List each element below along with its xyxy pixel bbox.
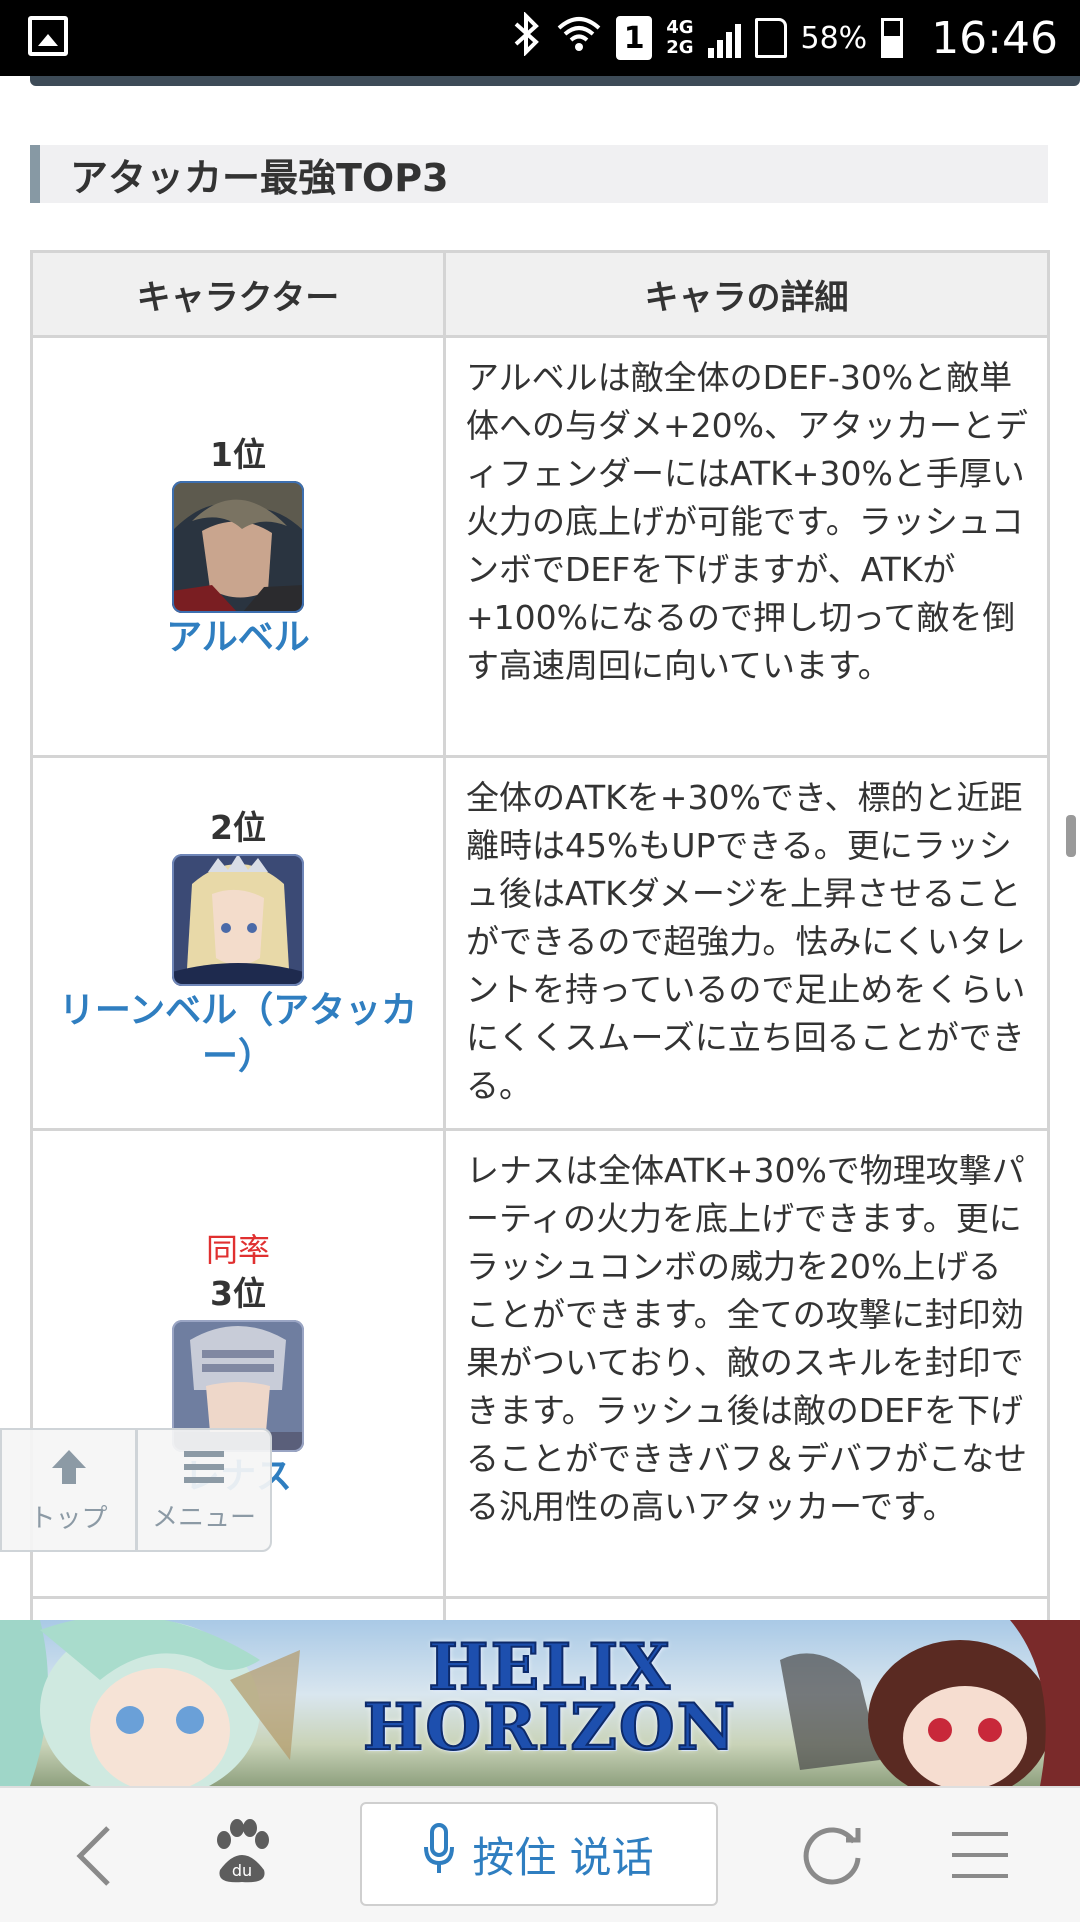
back-icon[interactable]: [72, 1824, 116, 1892]
top-button[interactable]: トップ: [0, 1428, 136, 1552]
section-heading: アタッカー最強TOP3: [30, 145, 1048, 203]
character-name-link[interactable]: アルベル: [34, 615, 442, 661]
refresh-icon[interactable]: [800, 1822, 864, 1890]
rank-label: 2位: [210, 808, 266, 847]
gallery-icon: [28, 16, 68, 56]
scrollbar[interactable]: [1066, 815, 1076, 857]
character-cell: 2位 リーンベル（アタッカー）: [30, 755, 446, 1131]
character-detail: 全体のATKを+30%でき、標的と近距離時は45%もUPできる。更にラッシュ後は…: [443, 755, 1050, 1131]
ad-banner[interactable]: HELIX HORIZON: [0, 1620, 1080, 1786]
header-character: キャラクター: [30, 250, 446, 338]
hamburger-icon[interactable]: [950, 1828, 1010, 1886]
microphone-icon: [424, 1823, 455, 1885]
header-strip: [30, 76, 1080, 86]
header-detail: キャラの詳細: [443, 250, 1050, 338]
baidu-paw-icon[interactable]: du: [210, 1818, 274, 1892]
sd-card-icon: [754, 18, 787, 58]
menu-button[interactable]: メニュー: [136, 1428, 272, 1552]
table-row: 2位 リーンベル（アタッカー） 全体のATKを+30%でき、標的と近距離時は45…: [30, 755, 1050, 1131]
table-header-row: キャラクター キャラの詳細: [30, 250, 1050, 338]
character-cell: 1位 アルベル: [30, 335, 446, 758]
character-detail: レナスは全体ATK+30%で物理攻撃パーティの火力を底上げできます。更にラッシュ…: [443, 1128, 1050, 1599]
character-name-link[interactable]: リーンベル（アタッカー）: [34, 988, 442, 1080]
top-button-label: トップ: [29, 1503, 108, 1534]
rank-label: 3位: [210, 1273, 266, 1313]
clock: 16:46: [931, 12, 1058, 64]
arrow-up-icon: [48, 1446, 90, 1492]
character-portrait[interactable]: [172, 854, 304, 986]
voice-input-button[interactable]: 按住 说话: [360, 1802, 718, 1906]
table-row: 1位 アルベル アルベルは敵全体のDEF-30%と敵単体への与ダメ+20%、アタ…: [30, 335, 1050, 758]
bluetooth-icon: [512, 10, 542, 65]
menu-icon: [182, 1447, 226, 1491]
banner-title: HELIX HORIZON: [362, 1630, 738, 1765]
battery-percentage: 58%: [800, 20, 868, 56]
browser-toolbar: du 按住 说话: [0, 1786, 1080, 1922]
tie-label: 同率: [205, 1230, 270, 1269]
network-type: 4G 2G: [666, 17, 694, 58]
battery-icon: [881, 18, 904, 58]
menu-button-label: メニュー: [151, 1502, 256, 1533]
character-detail: アルベルは敵全体のDEF-30%と敵単体への与ダメ+20%、アタッカーとディフェ…: [443, 335, 1050, 758]
status-bar: 1 4G 2G 58% 16:46: [0, 0, 1080, 76]
svg-text:du: du: [232, 1861, 252, 1880]
wifi-icon: [556, 14, 602, 63]
sim-slot-badge: 1: [616, 16, 653, 60]
character-portrait[interactable]: [172, 480, 304, 613]
voice-input-label: 按住 说话: [472, 1832, 654, 1882]
floating-nav: トップ メニュー: [0, 1428, 272, 1552]
rank-label: 1位: [210, 434, 266, 474]
signal-icon: [707, 18, 741, 58]
